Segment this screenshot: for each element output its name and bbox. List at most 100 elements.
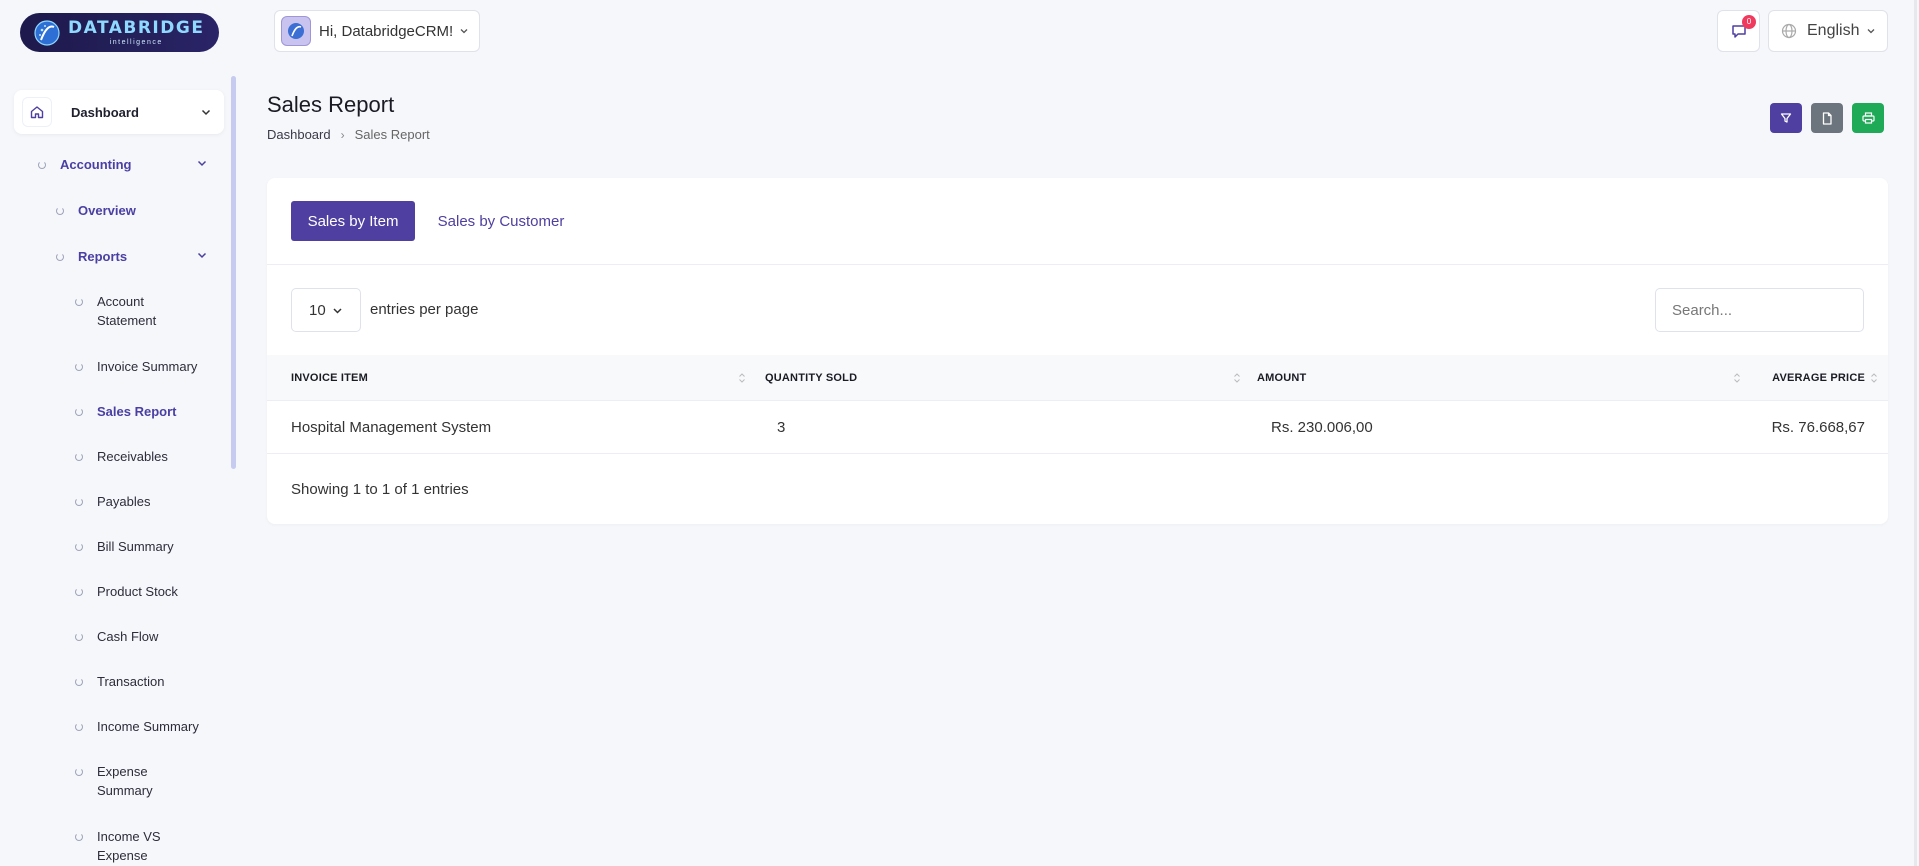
search-input[interactable] xyxy=(1655,288,1864,332)
logo-mark-icon xyxy=(34,19,60,46)
bullet-icon xyxy=(75,678,83,686)
breadcrumb-current: Sales Report xyxy=(354,127,430,142)
bullet-icon xyxy=(38,161,46,169)
cell-quantity-sold: 3 xyxy=(777,419,786,436)
breadcrumb-dashboard-link[interactable]: Dashboard xyxy=(267,127,331,142)
report-tabs: Sales by Item Sales by Customer xyxy=(267,178,1888,265)
sidebar-item-expense-summary[interactable]: Expense Summary xyxy=(75,764,185,800)
sort-icon xyxy=(1234,373,1240,383)
bullet-icon xyxy=(75,833,83,841)
chevron-down-icon xyxy=(1868,29,1875,34)
home-icon xyxy=(22,97,52,127)
sidebar-item-label: Product Stock xyxy=(97,584,178,599)
cell-invoice-item: Hospital Management System xyxy=(291,419,492,436)
sidebar-item-label: Bill Summary xyxy=(97,539,174,554)
filter-button[interactable] xyxy=(1770,103,1802,133)
sort-icon xyxy=(1871,373,1877,383)
bullet-icon xyxy=(75,633,83,641)
bullet-icon xyxy=(75,723,83,731)
sidebar-item-receivables[interactable]: Receivables xyxy=(75,449,168,466)
chevron-down-icon xyxy=(333,307,342,314)
bullet-icon xyxy=(56,207,64,215)
sidebar-item-product-stock[interactable]: Product Stock xyxy=(75,584,178,601)
cell-amount: Rs. 230.006,00 xyxy=(1271,419,1373,436)
entries-per-page-label: entries per page xyxy=(370,301,479,318)
sidebar-item-sales-report[interactable]: Sales Report xyxy=(75,404,177,421)
page-title: Sales Report xyxy=(267,92,395,117)
sort-icon xyxy=(739,373,745,383)
brand-logo[interactable]: DATABRIDGE intelligence xyxy=(20,13,219,52)
user-menu[interactable]: Hi, DatabridgeCRM! xyxy=(274,10,480,52)
sidebar-item-overview[interactable]: Overview xyxy=(56,203,136,220)
column-header-label: QUANTITY SOLD xyxy=(765,372,858,384)
table-info: Showing 1 to 1 of 1 entries xyxy=(291,481,469,498)
sidebar-item-bill-summary[interactable]: Bill Summary xyxy=(75,539,174,556)
sidebar-item-label: Cash Flow xyxy=(97,629,159,644)
sidebar-item-dashboard[interactable]: Dashboard xyxy=(14,90,224,134)
sidebar-item-label: Sales Report xyxy=(97,404,177,419)
sidebar-item-payables[interactable]: Payables xyxy=(75,494,151,511)
sidebar-item-label: Reports xyxy=(78,249,128,264)
sidebar-item-label: Dashboard xyxy=(71,104,139,120)
sidebar-item-label: Invoice Summary xyxy=(97,359,198,374)
sidebar-item-income-vs-expense[interactable]: Income VS Expense xyxy=(75,829,175,865)
sidebar-item-label: Expense Summary xyxy=(97,764,153,798)
language-label: English xyxy=(1807,22,1860,39)
notifications-button[interactable]: 0 xyxy=(1717,10,1760,52)
chevron-down-icon xyxy=(197,160,207,167)
chevron-down-icon xyxy=(201,109,211,116)
user-greeting: Hi, DatabridgeCRM! xyxy=(319,22,454,40)
sidebar-item-transaction[interactable]: Transaction xyxy=(75,674,165,691)
notification-badge: 0 xyxy=(1742,15,1756,29)
logo-subtitle: intelligence xyxy=(109,38,163,46)
column-header-label: AMOUNT xyxy=(1257,372,1307,384)
sidebar-item-label: Receivables xyxy=(97,449,168,464)
sidebar-scrollbar[interactable] xyxy=(231,76,236,469)
page-scrollbar[interactable] xyxy=(1914,0,1917,866)
sidebar-item-invoice-summary[interactable]: Invoice Summary xyxy=(75,359,198,376)
user-avatar-icon xyxy=(288,23,304,39)
sidebar-item-cash-flow[interactable]: Cash Flow xyxy=(75,629,159,646)
file-icon xyxy=(1822,111,1832,125)
sidebar-item-label: Accounting xyxy=(60,157,132,172)
sidebar-item-account-statement[interactable]: Account Statement xyxy=(75,294,195,330)
logo-title: DATABRIDGE xyxy=(68,17,205,38)
tab-sales-by-customer[interactable]: Sales by Customer xyxy=(431,201,571,241)
sidebar-item-income-summary[interactable]: Income Summary xyxy=(75,719,199,736)
bullet-icon xyxy=(75,298,83,306)
printer-icon xyxy=(1861,112,1875,124)
cell-average-price: Rs. 76.668,67 xyxy=(1771,419,1865,436)
column-header-quantity-sold[interactable]: QUANTITY SOLD xyxy=(765,355,1245,401)
export-button[interactable] xyxy=(1811,103,1843,133)
bullet-icon xyxy=(56,253,64,261)
sales-report-card: Sales by Item Sales by Customer 10 entri… xyxy=(267,178,1888,524)
sidebar-item-label: Account Statement xyxy=(97,294,157,328)
chevron-down-icon xyxy=(197,252,207,259)
print-button[interactable] xyxy=(1852,103,1884,133)
sidebar-item-accounting[interactable]: Accounting xyxy=(38,157,132,174)
chevron-right-icon: › xyxy=(340,127,345,142)
entries-per-page-value: 10 xyxy=(309,301,326,319)
entries-per-page-select[interactable]: 10 xyxy=(291,288,361,332)
column-header-invoice-item[interactable]: INVOICE ITEM xyxy=(291,355,751,401)
column-header-label: INVOICE ITEM xyxy=(291,372,368,384)
chevron-down-icon xyxy=(460,29,468,34)
table-row: Hospital Management System 3 Rs. 230.006… xyxy=(267,401,1888,454)
bullet-icon xyxy=(75,408,83,416)
sidebar-item-label: Overview xyxy=(78,203,136,218)
breadcrumb: Dashboard › Sales Report xyxy=(267,127,430,142)
tab-sales-by-item[interactable]: Sales by Item xyxy=(291,201,415,241)
sidebar-item-label: Income VS Expense xyxy=(97,829,161,863)
bullet-icon xyxy=(75,453,83,461)
sidebar-item-label: Transaction xyxy=(97,674,165,689)
table-header: INVOICE ITEM QUANTITY SOLD AMOUNT AVERAG… xyxy=(267,355,1888,401)
sidebar-item-reports[interactable]: Reports xyxy=(56,249,128,266)
sort-icon xyxy=(1734,373,1740,383)
filter-icon xyxy=(1780,113,1792,123)
column-header-average-price[interactable]: AVERAGE PRICE xyxy=(1757,355,1865,401)
avatar xyxy=(281,16,311,46)
column-header-amount[interactable]: AMOUNT xyxy=(1257,355,1737,401)
language-selector[interactable]: English xyxy=(1768,10,1888,52)
bullet-icon xyxy=(75,363,83,371)
sidebar-item-label: Payables xyxy=(97,494,151,509)
